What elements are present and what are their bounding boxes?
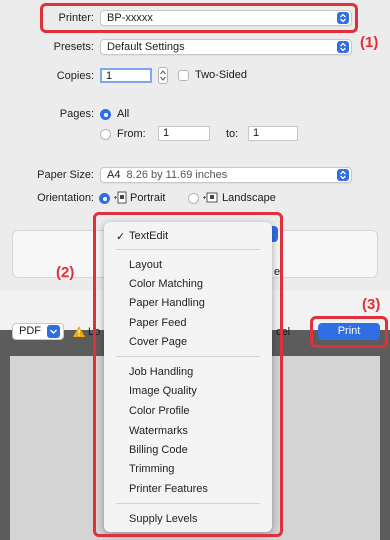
paper-size-dimensions: 8.26 by 11.69 inches xyxy=(126,169,228,181)
callout-box-2 xyxy=(93,212,283,537)
presets-label: Presets: xyxy=(53,41,94,53)
portrait-label: Portrait xyxy=(130,192,166,204)
callout-label-2: (2) xyxy=(56,264,75,281)
chevron-updown-icon xyxy=(337,41,349,53)
pages-to-field[interactable]: 1 xyxy=(248,126,298,141)
copies-field[interactable]: 1 xyxy=(100,68,152,83)
chevron-down-icon xyxy=(47,325,60,338)
pages-label: Pages: xyxy=(59,108,94,120)
chevron-updown-icon xyxy=(337,169,349,181)
paper-size-popup[interactable]: A4 8.26 by 11.69 inches xyxy=(100,167,352,183)
presets-popup[interactable]: Default Settings xyxy=(100,39,352,55)
presets-value: Default Settings xyxy=(107,41,185,53)
orientation-label: Orientation: xyxy=(37,192,94,204)
copies-stepper[interactable] xyxy=(158,67,168,84)
pages-all-radio[interactable] xyxy=(100,109,111,120)
portrait-radio[interactable] xyxy=(99,193,110,204)
landscape-icon xyxy=(202,191,218,207)
pages-from-radio[interactable] xyxy=(100,129,111,140)
callout-label-1: (1) xyxy=(360,34,379,51)
pages-from-label: From: xyxy=(117,128,146,140)
stepper-arrows-icon xyxy=(160,70,166,81)
pages-from-field[interactable]: 1 xyxy=(158,126,210,141)
callout-label-3: (3) xyxy=(362,296,381,313)
two-sided-checkbox[interactable] xyxy=(178,70,189,81)
warning-icon xyxy=(72,325,86,341)
copies-label: Copies: xyxy=(56,70,94,82)
callout-box-3 xyxy=(310,316,388,348)
paper-size-value: A4 xyxy=(107,169,121,181)
pages-to-label: to: xyxy=(226,128,239,140)
pdf-button[interactable]: PDF xyxy=(12,323,64,340)
paper-size-label: Paper Size: xyxy=(37,169,94,181)
callout-box-1 xyxy=(40,3,358,33)
landscape-radio[interactable] xyxy=(188,193,199,204)
pages-all-label: All xyxy=(117,108,130,120)
two-sided-label: Two-Sided xyxy=(195,69,247,81)
portrait-icon xyxy=(113,191,127,207)
landscape-label: Landscape xyxy=(222,192,276,204)
